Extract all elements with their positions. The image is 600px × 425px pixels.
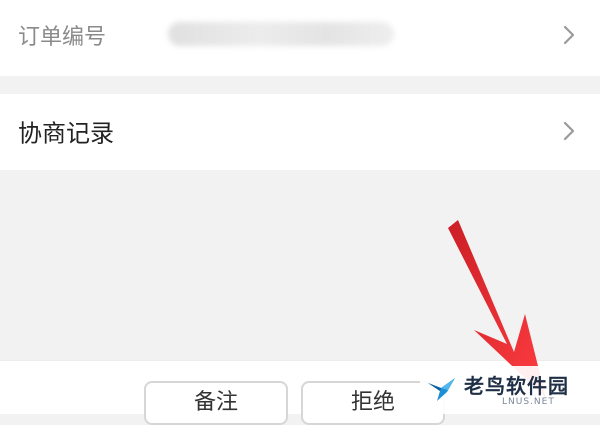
chevron-right-icon [563,25,575,45]
content-spacer [0,170,600,360]
order-number-value-blurred [168,22,394,46]
negotiation-record-label: 协商记录 [18,119,114,148]
watermark-name: 老鸟软件园 [464,374,569,398]
bird-logo-icon [428,378,455,401]
chevron-right-icon [563,121,575,141]
order-number-label: 订单编号 [18,25,107,50]
negotiation-record-row[interactable]: 协商记录 [0,94,600,170]
watermark: 老鸟软件园 LNUS.NET [420,366,600,414]
note-button[interactable]: 备注 [144,381,288,425]
watermark-domain: LNUS.NET [502,397,555,407]
order-number-row[interactable]: 订单编号 [0,0,600,76]
